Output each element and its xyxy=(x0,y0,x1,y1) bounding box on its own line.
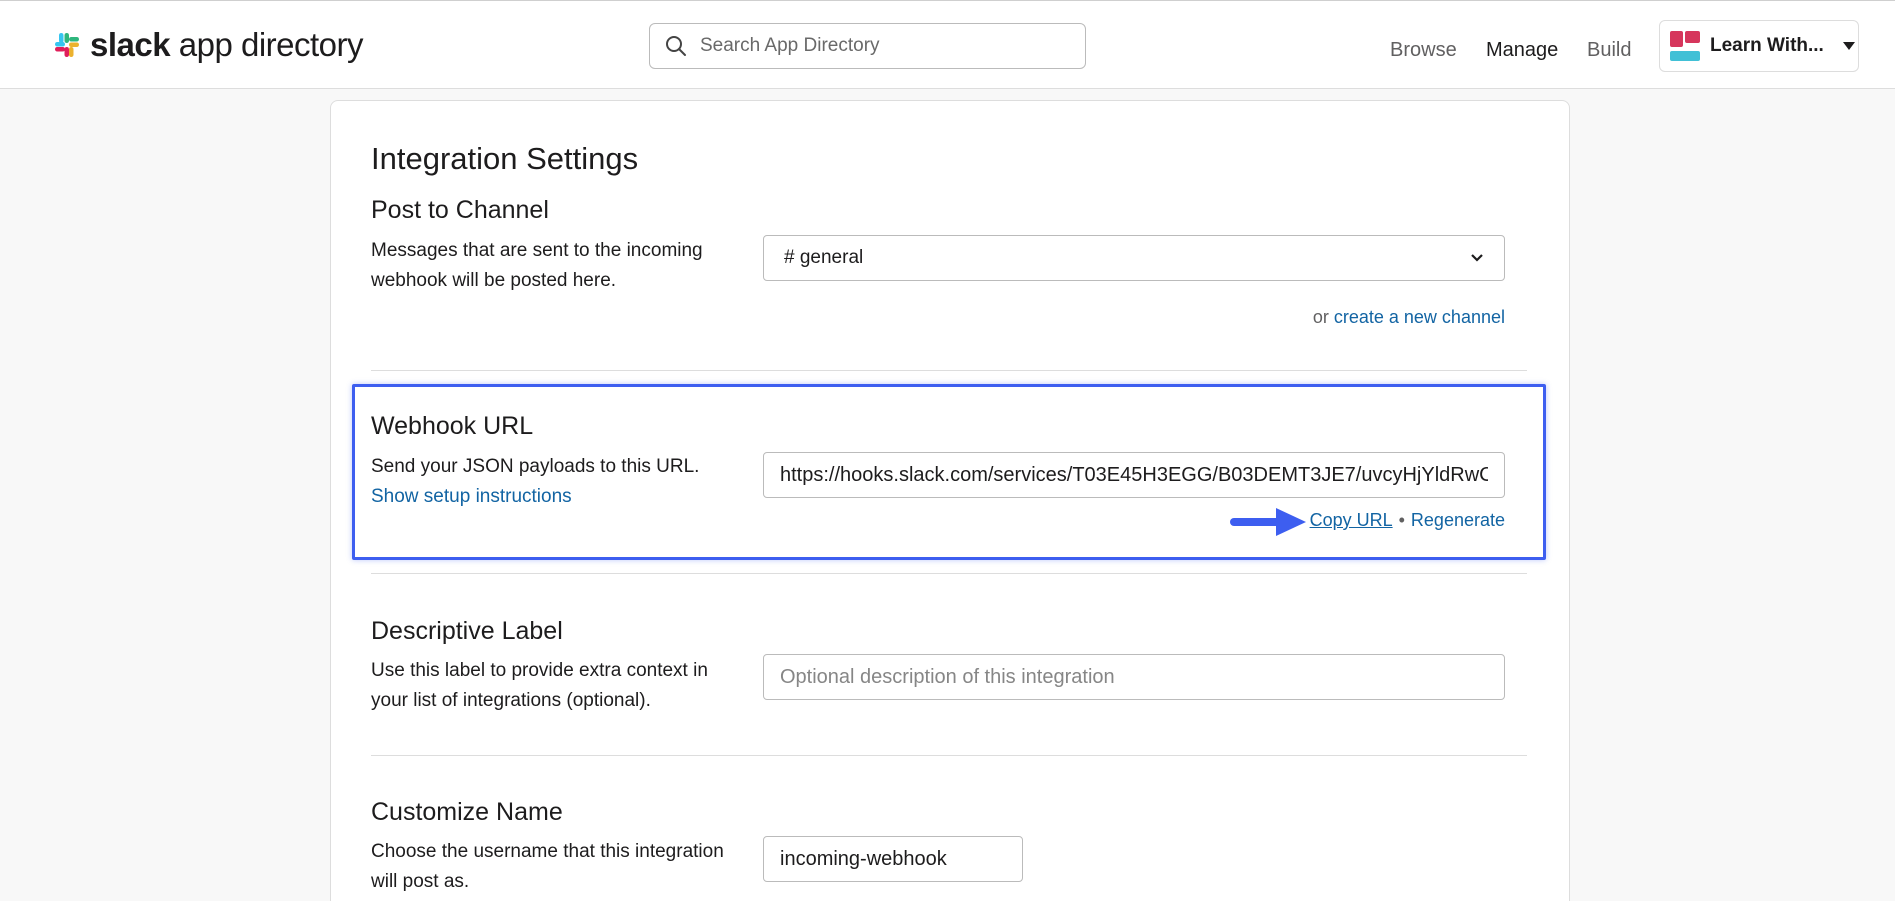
regenerate-link[interactable]: Regenerate xyxy=(1411,510,1505,531)
nav-browse[interactable]: Browse xyxy=(1390,39,1457,62)
webhook-url-title: Webhook URL xyxy=(371,412,534,440)
descriptive-label-title: Descriptive Label xyxy=(371,617,563,645)
logo-text: slack app directory xyxy=(90,26,364,63)
chevron-down-icon xyxy=(1471,254,1483,262)
channel-select[interactable]: # general xyxy=(763,235,1505,281)
top-bar: slack app directory Browse Manage Build … xyxy=(0,0,1895,89)
copy-url-link[interactable]: Copy URL xyxy=(1310,510,1393,531)
descriptive-label-desc: Use this label to provide extra context … xyxy=(371,660,708,711)
customize-name-title: Customize Name xyxy=(371,798,563,826)
nav-manage[interactable]: Manage xyxy=(1486,39,1558,62)
webhook-url-actions: Copy URL • Regenerate xyxy=(1310,510,1505,531)
customize-name-desc: Choose the username that this integratio… xyxy=(371,841,724,892)
or-text: or xyxy=(1312,307,1329,327)
channel-select-value: # general xyxy=(784,247,864,268)
customize-name-input[interactable] xyxy=(763,836,1023,882)
search-icon xyxy=(666,36,686,56)
search-bar[interactable] xyxy=(649,23,1086,69)
post-to-channel-title: Post to Channel xyxy=(371,196,549,224)
workspace-name: Learn With... xyxy=(1710,35,1824,56)
divider xyxy=(371,370,1527,371)
show-setup-instructions-link[interactable]: Show setup instructions xyxy=(371,482,731,512)
slack-logo-icon xyxy=(55,33,79,57)
search-input[interactable] xyxy=(700,35,1060,57)
page-title: Integration Settings xyxy=(371,141,639,176)
post-to-channel-desc: Messages that are sent to the incoming w… xyxy=(371,240,703,291)
nav-build[interactable]: Build xyxy=(1587,39,1631,62)
divider xyxy=(371,755,1527,756)
slack-app-directory-logo[interactable]: slack app directory xyxy=(52,26,364,63)
webhook-url-field[interactable] xyxy=(763,452,1505,498)
webhook-url-desc: Send your JSON payloads to this URL. xyxy=(371,456,700,477)
create-channel-line: or create a new channel xyxy=(1313,307,1505,328)
caret-down-icon xyxy=(1842,42,1855,50)
separator-dot: • xyxy=(1398,510,1405,530)
workspace-menu-button[interactable]: Learn With... xyxy=(1659,20,1859,72)
arrow-right-icon xyxy=(1230,508,1306,536)
divider xyxy=(371,573,1527,574)
descriptive-label-input[interactable] xyxy=(763,654,1505,700)
workspace-avatar-icon xyxy=(1670,31,1700,61)
create-new-channel-link[interactable]: create a new channel xyxy=(1334,307,1505,327)
